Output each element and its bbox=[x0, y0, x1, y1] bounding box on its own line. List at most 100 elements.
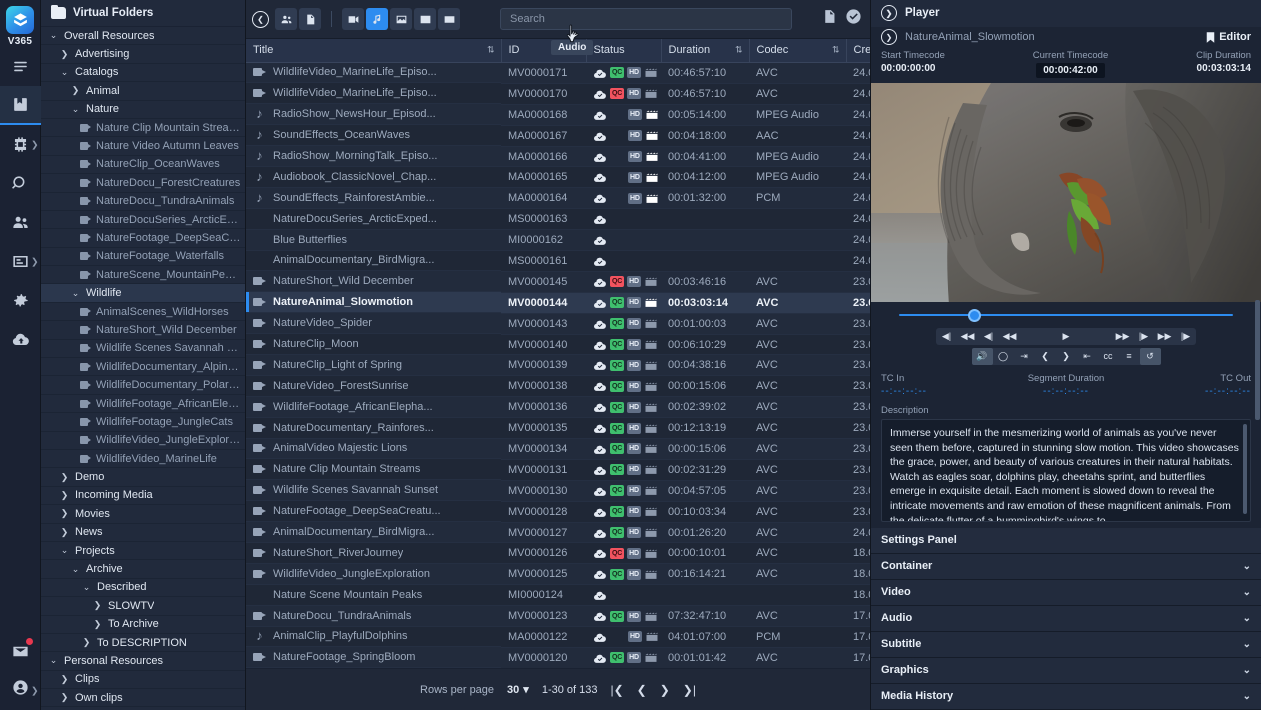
editor-button[interactable]: Editor bbox=[1206, 31, 1251, 43]
table-row[interactable]: NatureVideo_ForestSunrise MV0000138 QC HD 00… bbox=[246, 375, 870, 398]
loop-icon[interactable]: ◯ bbox=[993, 348, 1014, 365]
sort-toggle-icon[interactable]: ⇅ bbox=[735, 45, 743, 56]
go-to-start-icon[interactable]: ◀| bbox=[936, 328, 957, 345]
subtitle-toggle-icon[interactable]: cc bbox=[1098, 348, 1119, 365]
tree-item-wildlifevideo-jungleexploration[interactable]: WildlifeVideo_JungleExploration bbox=[41, 432, 245, 450]
playlist-icon[interactable]: ≡ bbox=[1119, 348, 1140, 365]
table-row[interactable]: AnimalDocumentary_BirdMigra... MS0000161 2… bbox=[246, 250, 870, 272]
chevron-down-icon[interactable]: ⌄ bbox=[69, 104, 82, 115]
scrubber-handle[interactable] bbox=[968, 308, 981, 322]
step-forward-icon[interactable]: |▶ bbox=[1133, 328, 1154, 345]
table-row[interactable]: ♪ SoundEffects_OceanWaves MA0000167 HD 00:04… bbox=[246, 125, 870, 147]
chevron-down-icon[interactable]: ⌄ bbox=[58, 545, 71, 556]
table-row[interactable]: ♪ SoundEffects_RainforestAmbie... MA000016… bbox=[246, 187, 870, 210]
sort-toggle-icon[interactable]: ⇅ bbox=[487, 45, 495, 56]
collapse-left-icon[interactable]: ❮ bbox=[252, 10, 269, 28]
tree-item-nature[interactable]: ⌄ Nature bbox=[41, 101, 245, 119]
table-row[interactable]: AnimalVideo Majestic Lions MV0000134 QC HD 0… bbox=[246, 438, 870, 460]
new-document-icon[interactable] bbox=[821, 8, 838, 30]
accordion-subtitle[interactable]: Subtitle ⌄ bbox=[871, 631, 1261, 658]
next-frame-fast-icon[interactable]: ▶▶ bbox=[1154, 328, 1175, 345]
go-to-end-icon[interactable]: |▶ bbox=[1175, 328, 1196, 345]
tree-item-clips[interactable]: ❯ Clips bbox=[41, 671, 245, 690]
table-row[interactable]: NatureFootage_DeepSeaCreatu... MV0000128 Q… bbox=[246, 501, 870, 523]
audio-filter-icon[interactable] bbox=[366, 8, 388, 30]
table-row[interactable]: Nature Scene Mountain Peaks MI0000124 18.0… bbox=[246, 584, 870, 607]
tree-item-natureshort-wild-december[interactable]: NatureShort_Wild December bbox=[41, 321, 245, 340]
tree-item-natureclip-oceanwaves[interactable]: NatureClip_OceanWaves bbox=[41, 156, 245, 175]
video-preview[interactable] bbox=[871, 82, 1261, 303]
tree-item-wildlifevideo-marinelife[interactable]: WildlifeVideo_MarineLife bbox=[41, 450, 245, 469]
tree-item-news[interactable]: ❯ News bbox=[41, 524, 245, 542]
chevron-right-icon[interactable]: ❯ bbox=[58, 49, 71, 60]
tree-item-wildlifefootage-africanelepha[interactable]: WildlifeFootage_AfricanElepha... bbox=[41, 395, 245, 414]
description-scrollbar[interactable] bbox=[1243, 423, 1247, 514]
table-row[interactable]: NatureClip_Light of Spring MV0000139 QC HD 0… bbox=[246, 354, 870, 377]
first-page-icon[interactable]: |❮ bbox=[610, 683, 623, 697]
accordion-graphics[interactable]: Graphics ⌄ bbox=[871, 657, 1261, 684]
approve-check-icon[interactable] bbox=[845, 8, 862, 30]
table-row[interactable]: Wildlife Scenes Savannah Sunset MV0000130… bbox=[246, 480, 870, 502]
table-row[interactable]: WildlifeFootage_AfricanElepha... MV000013… bbox=[246, 396, 870, 419]
tree-item-demo[interactable]: ❯ Demo bbox=[41, 468, 245, 487]
chevron-down-icon[interactable]: ⌄ bbox=[1243, 639, 1251, 650]
player-panel-scrollbar[interactable] bbox=[1255, 300, 1260, 420]
column-header-created[interactable]: Created On⇅ bbox=[846, 39, 870, 63]
table-row[interactable]: WildlifeVideo_MarineLife_Episo... MV00001… bbox=[246, 62, 870, 84]
chevron-right-icon[interactable]: ❯ bbox=[58, 508, 71, 519]
chevron-right-icon[interactable]: ❯ bbox=[69, 85, 82, 96]
chevron-down-icon[interactable]: ⌄ bbox=[69, 564, 82, 575]
rail-item-menu[interactable] bbox=[0, 47, 41, 86]
accordion-container[interactable]: Container ⌄ bbox=[871, 553, 1261, 580]
step-back-icon[interactable]: ◀| bbox=[978, 328, 999, 345]
rail-item-settings[interactable] bbox=[0, 281, 41, 320]
next-page-icon[interactable]: ❯ bbox=[660, 683, 670, 697]
goto-in-icon[interactable]: ❮ bbox=[1035, 348, 1056, 365]
tree-item-wildlifefootage-junglecats[interactable]: WildlifeFootage_JungleCats bbox=[41, 413, 245, 432]
tree-item-archive[interactable]: ⌄ Archive bbox=[41, 560, 245, 579]
tree-item-described[interactable]: ⌄ Described bbox=[41, 579, 245, 598]
transport-row-secondary[interactable]: 🔊 ◯ ⇥ ❮ ❯ ⇤ cc ≡ ↺ bbox=[971, 347, 1161, 365]
current-timecode-value[interactable]: 00:00:42:00 bbox=[1036, 62, 1105, 78]
rail-item-users[interactable] bbox=[0, 203, 41, 242]
table-row[interactable]: WildlifeVideo_JungleExploration MV0000125… bbox=[246, 563, 870, 586]
table-row[interactable]: NatureClip_Moon MV0000140 QC HD 00:06:10:29 A… bbox=[246, 334, 870, 356]
transport-row-primary[interactable]: ◀| ◀◀ ◀| ◀◀ ▶ ▶▶ |▶ ▶▶ |▶ bbox=[936, 327, 1196, 345]
column-header-status[interactable]: Status bbox=[586, 39, 662, 63]
tree-item-naturefootage-waterfalls[interactable]: NatureFootage_Waterfalls bbox=[41, 248, 245, 267]
tree-item-movies[interactable]: ❯ Movies bbox=[41, 505, 245, 524]
chevron-down-icon[interactable]: ⌄ bbox=[47, 655, 60, 666]
table-row[interactable]: NatureDocu_TundraAnimals MV0000123 QC HD 07:… bbox=[246, 605, 870, 628]
table-row[interactable]: NatureDocumentary_Rainfores... MV0000135 Q… bbox=[246, 417, 870, 440]
collapse-right-icon[interactable]: ❯ bbox=[881, 5, 897, 22]
tree-item-wildlifedocumentary-polarbears[interactable]: WildlifeDocumentary_PolarBears bbox=[41, 376, 245, 395]
table-row[interactable]: NatureShort_Wild December MV0000145 QC HD 00… bbox=[246, 271, 870, 293]
people-filter-icon[interactable] bbox=[275, 8, 297, 30]
rewind-icon[interactable]: ◀◀ bbox=[999, 328, 1020, 345]
tree-item-projects[interactable]: ⌄ Projects bbox=[41, 542, 245, 561]
tree-item-to-description[interactable]: ❯ To DESCRIPTION bbox=[41, 634, 245, 653]
chevron-right-icon[interactable]: ❯ bbox=[58, 674, 71, 685]
table-row[interactable]: Nature Clip Mountain Streams MV0000131 QC H… bbox=[246, 459, 870, 481]
table-row[interactable]: AnimalDocumentary_BirdMigra... MV0000127 Q… bbox=[246, 522, 870, 544]
column-header-codec[interactable]: Codec ⇅ bbox=[749, 39, 847, 63]
accordion-settings-panel[interactable]: Settings Panel bbox=[871, 527, 1261, 554]
rail-item-media-bin[interactable] bbox=[0, 86, 41, 125]
accordion-video[interactable]: Video ⌄ bbox=[871, 579, 1261, 606]
tree-item-wildlifedocumentary-alpinefa[interactable]: WildlifeDocumentary_AlpineFa... bbox=[41, 358, 245, 377]
play-icon[interactable]: ▶ bbox=[1020, 328, 1112, 345]
tree-item-naturedocuseries-arcticexpe[interactable]: NatureDocuSeries_ArcticExpe... bbox=[41, 211, 245, 230]
chevron-down-icon[interactable]: ⌄ bbox=[1243, 613, 1251, 624]
tree-item-naturefootage-deepseacreat[interactable]: NatureFootage_DeepSeaCreat... bbox=[41, 229, 245, 248]
rail-item-account[interactable]: ❯ bbox=[0, 671, 41, 710]
table-body[interactable]: WildlifeVideo_MarineLife_Episo... MV00001… bbox=[246, 62, 870, 668]
chevron-right-icon[interactable]: ❯ bbox=[58, 472, 71, 483]
chevron-right-icon[interactable]: ❯ bbox=[91, 600, 104, 611]
folder-tree[interactable]: ⌄ Overall Resources ❯ Advertising ⌄ Catalogs ❯… bbox=[41, 27, 245, 710]
tree-item-naturescene-mountainpeaks[interactable]: NatureScene_MountainPeaks bbox=[41, 266, 245, 285]
accordion-media-history[interactable]: Media History ⌄ bbox=[871, 683, 1261, 710]
volume-icon[interactable]: 🔊 bbox=[971, 347, 993, 365]
tree-item-wildlife[interactable]: ⌄ Wildlife bbox=[41, 284, 245, 303]
last-page-icon[interactable]: ❯| bbox=[683, 683, 696, 697]
description-textarea[interactable]: Immerse yourself in the mesmerizing worl… bbox=[881, 418, 1251, 522]
